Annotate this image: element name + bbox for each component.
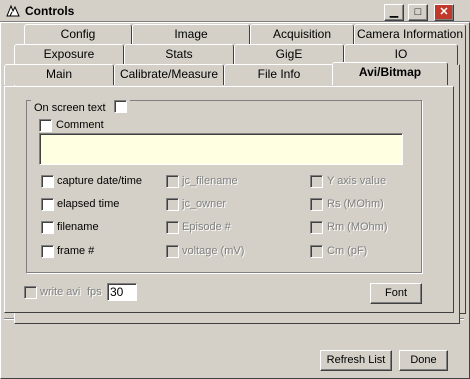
tab-exposure[interactable]: Exposure: [14, 44, 124, 65]
tab-acquisition[interactable]: Acquisition: [250, 24, 354, 45]
filename-checkbox[interactable]: [41, 221, 54, 234]
cm-label: Cm (pF): [327, 245, 368, 257]
refresh-list-button[interactable]: Refresh List: [320, 350, 392, 371]
rm-checkbox[interactable]: [310, 221, 323, 234]
fps-label: fps: [87, 286, 102, 298]
voltage-checkbox[interactable]: [166, 245, 179, 258]
tab-file-info[interactable]: File Info: [224, 64, 334, 85]
write-avi-label: write avi: [40, 286, 81, 298]
tab-avi-bitmap[interactable]: Avi/Bitmap: [332, 62, 448, 85]
on-screen-text-legend: On screen text: [31, 100, 130, 114]
window-title: Controls: [25, 4, 75, 18]
y-axis-value-label: Y axis value: [327, 175, 387, 187]
fps-input[interactable]: 30: [107, 283, 137, 301]
tab-image[interactable]: Image: [132, 24, 250, 45]
maximize-button[interactable]: □: [408, 4, 428, 21]
done-button[interactable]: Done: [399, 350, 448, 371]
comment-textbox[interactable]: [39, 133, 403, 165]
tab-calibrate-measure[interactable]: Calibrate/Measure: [114, 64, 224, 85]
write-avi-checkbox[interactable]: [24, 286, 37, 299]
frame-number-label: frame #: [57, 245, 95, 257]
app-icon: [6, 4, 20, 17]
frame-number-checkbox[interactable]: [41, 245, 54, 258]
voltage-label: voltage (mV): [182, 245, 245, 257]
episode-number-checkbox[interactable]: [166, 221, 179, 234]
cm-checkbox[interactable]: [310, 245, 323, 258]
elapsed-time-label: elapsed time: [57, 198, 120, 210]
tab-config[interactable]: Config: [24, 24, 132, 45]
filename-label: filename: [57, 221, 99, 233]
rs-label: Rs (MOhm): [327, 198, 384, 210]
on-screen-text-checkbox[interactable]: [113, 100, 127, 113]
title-bar[interactable]: Controls ▁ □ ✕: [0, 0, 470, 22]
tab-stats[interactable]: Stats: [124, 44, 234, 65]
tab-camera-information[interactable]: Camera Information: [354, 24, 466, 45]
close-button[interactable]: ✕: [434, 4, 454, 21]
font-button[interactable]: Font: [370, 283, 422, 304]
rs-checkbox[interactable]: [310, 198, 323, 211]
capture-date-time-label: capture date/time: [57, 175, 142, 187]
comment-label: Comment: [56, 119, 104, 131]
y-axis-value-checkbox[interactable]: [310, 175, 323, 188]
rm-label: Rm (MOhm): [327, 221, 388, 233]
jc-filename-checkbox[interactable]: [166, 175, 179, 188]
comment-checkbox[interactable]: [39, 119, 52, 132]
capture-date-time-checkbox[interactable]: [41, 175, 54, 188]
on-screen-text-label: On screen text: [34, 102, 106, 114]
jc-filename-label: jc_filename: [182, 175, 238, 187]
minimize-button[interactable]: ▁: [384, 4, 404, 21]
jc-owner-label: jc_owner: [182, 198, 227, 210]
jc-owner-checkbox[interactable]: [166, 198, 179, 211]
tab-gige[interactable]: GigE: [234, 44, 344, 65]
episode-number-label: Episode #: [182, 221, 231, 233]
tab-main[interactable]: Main: [4, 64, 114, 85]
elapsed-time-checkbox[interactable]: [41, 198, 54, 211]
